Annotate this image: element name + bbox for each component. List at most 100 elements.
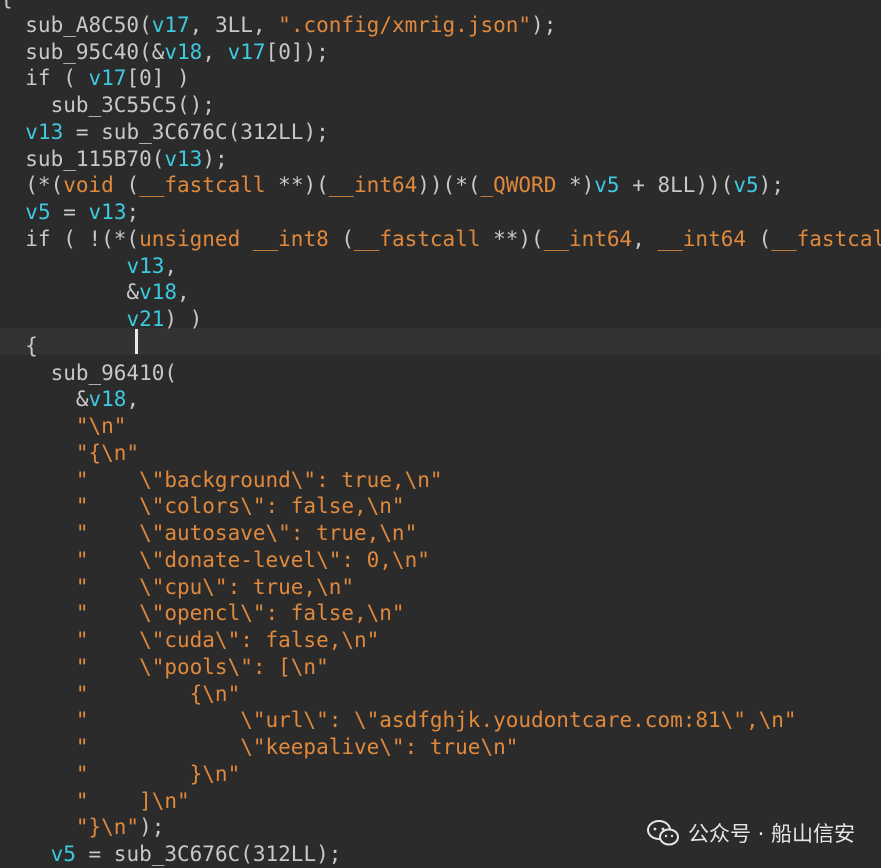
code-line[interactable]: " \"background\": true,\n" bbox=[0, 467, 881, 494]
code-token-ident: [0]); bbox=[265, 39, 329, 64]
code-token-str: " \"autosave\": true,\n" bbox=[75, 521, 418, 545]
code-token-str: " \"keepalive\": true\n" bbox=[75, 735, 519, 759]
code-line[interactable]: { bbox=[0, 0, 881, 12]
code-line[interactable]: " \"colors\": false,\n" bbox=[0, 493, 881, 520]
code-line[interactable]: " {\n" bbox=[0, 681, 881, 708]
code-token-kw: unsigned __int8 bbox=[139, 226, 329, 251]
code-token-ident bbox=[0, 548, 76, 572]
code-token-ident: & bbox=[0, 280, 140, 305]
code-token-str: " \"colors\": false,\n" bbox=[75, 494, 405, 519]
code-line[interactable]: " \"cuda\": false,\n" bbox=[0, 627, 881, 654]
code-token-ident bbox=[0, 815, 76, 839]
code-token-var: v17 bbox=[151, 12, 190, 37]
code-line[interactable]: " \"opencl\": false,\n" bbox=[0, 600, 881, 627]
code-token-ident: ))(*( bbox=[417, 173, 481, 198]
code-line[interactable]: " \"donate-level\": 0,\n" bbox=[0, 547, 881, 574]
watermark: 公众号 · 船山信安 bbox=[646, 818, 855, 848]
code-line[interactable]: " \"pools\": [\n" bbox=[0, 654, 881, 681]
code-token-ident: , bbox=[177, 280, 190, 305]
code-token-ident bbox=[0, 120, 25, 144]
code-token-var: v5 bbox=[50, 842, 76, 866]
code-token-ident: **)( bbox=[480, 226, 544, 251]
code-token-str: "{\n" bbox=[75, 440, 140, 465]
pseudocode-view[interactable]: { sub_A8C50(v17, 3LL, ".config/xmrig.jso… bbox=[0, 0, 881, 868]
code-token-ident: , 3LL, bbox=[189, 12, 279, 37]
code-token-ident bbox=[0, 682, 76, 706]
code-line[interactable]: " \"autosave\": true,\n" bbox=[0, 520, 881, 547]
code-token-kw: __int64 bbox=[657, 226, 747, 251]
code-token-var: v13 bbox=[88, 200, 127, 224]
code-token-str: " \"pools\": [\n" bbox=[75, 654, 329, 679]
code-token-var: v5 bbox=[594, 173, 620, 198]
code-token-ident bbox=[0, 575, 76, 599]
code-line[interactable]: v13 = sub_3C676C(312LL); bbox=[0, 119, 881, 146]
code-token-ident: ); bbox=[202, 146, 228, 171]
code-editor[interactable]: { sub_A8C50(v17, 3LL, ".config/xmrig.jso… bbox=[0, 0, 881, 868]
code-line[interactable]: sub_95C40(&v18, v17[0]); bbox=[0, 39, 881, 66]
code-line[interactable]: sub_3C55C5(); bbox=[0, 92, 881, 119]
code-token-ident: ); bbox=[139, 815, 165, 840]
code-token-var: v17 bbox=[88, 66, 127, 91]
code-token-ident: ) ) bbox=[164, 307, 203, 331]
code-token-ident: , bbox=[202, 39, 228, 64]
code-token-var: v5 bbox=[733, 173, 759, 198]
code-token-ident: sub_A8C50( bbox=[0, 12, 152, 37]
code-token-ident: = sub_3C676C(312LL); bbox=[75, 842, 342, 866]
code-token-ident: { bbox=[0, 0, 13, 10]
code-token-ident: *) bbox=[556, 173, 595, 198]
code-token-ident: = bbox=[50, 200, 89, 224]
code-token-ident: sub_95C40(& bbox=[0, 39, 165, 64]
code-token-var: v18 bbox=[139, 280, 178, 305]
code-line[interactable]: if ( v17[0] ) bbox=[0, 65, 881, 92]
code-token-var: v13 bbox=[164, 146, 203, 171]
code-token-ident: ( bbox=[328, 226, 355, 251]
code-line[interactable]: " \"keepalive\": true\n" bbox=[0, 734, 881, 761]
code-line[interactable]: &v18, bbox=[0, 279, 881, 306]
code-line[interactable]: sub_115B70(v13); bbox=[0, 146, 881, 173]
code-line[interactable]: " \"url\": \"asdfghjk.youdontcare.com:81… bbox=[0, 707, 881, 734]
code-line[interactable]: (*(void (__fastcall **)(__int64))(*(_QWO… bbox=[0, 172, 881, 199]
code-token-str: " \"cuda\": false,\n" bbox=[75, 628, 380, 652]
code-line[interactable]: if ( !(*(unsigned __int8 (__fastcall **)… bbox=[0, 226, 881, 253]
code-line[interactable]: sub_A8C50(v17, 3LL, ".config/xmrig.json"… bbox=[0, 12, 881, 39]
code-token-var: v18 bbox=[88, 387, 127, 412]
code-line[interactable]: { bbox=[0, 333, 881, 360]
code-line[interactable]: v21) ) bbox=[0, 306, 881, 333]
wechat-icon bbox=[646, 820, 679, 846]
code-token-str: "\n" bbox=[75, 414, 127, 438]
code-token-ident: (*( bbox=[0, 173, 64, 198]
code-token-ident bbox=[0, 842, 51, 866]
code-token-ident bbox=[0, 628, 76, 652]
code-token-str: " {\n" bbox=[75, 681, 241, 706]
code-line[interactable]: " }\n" bbox=[0, 761, 881, 788]
code-token-str: " \"donate-level\": 0,\n" bbox=[75, 547, 430, 572]
code-token-ident: **)( bbox=[265, 173, 329, 198]
code-token-ident: ); bbox=[758, 173, 784, 198]
code-token-ident: sub_96410( bbox=[0, 360, 178, 385]
code-token-ident bbox=[0, 468, 76, 492]
code-token-ident: , bbox=[632, 226, 658, 251]
code-line[interactable]: &v18, bbox=[0, 386, 881, 413]
code-token-ident bbox=[0, 200, 25, 224]
code-token-var: v13 bbox=[25, 119, 64, 144]
code-token-ident: { bbox=[0, 333, 38, 358]
code-token-str: " ]\n" bbox=[75, 788, 190, 813]
watermark-text: 公众号 · 船山信安 bbox=[687, 822, 855, 846]
code-line[interactable]: v13, bbox=[0, 253, 881, 280]
code-line[interactable]: " ]\n" bbox=[0, 788, 881, 815]
code-line[interactable]: v5 = v13; bbox=[0, 199, 881, 226]
code-token-ident: , bbox=[126, 387, 140, 412]
code-line[interactable]: "\n" bbox=[0, 413, 881, 440]
code-line[interactable]: " \"cpu\": true,\n" bbox=[0, 574, 881, 601]
code-token-ident: ; bbox=[126, 200, 140, 224]
code-token-ident: ( bbox=[113, 173, 140, 198]
code-token-ident bbox=[0, 735, 76, 759]
code-token-ident bbox=[0, 601, 76, 625]
code-line[interactable]: sub_96410( bbox=[0, 360, 881, 387]
code-token-str: " \"url\": \"asdfghjk.youdontcare.com:81… bbox=[75, 708, 797, 733]
code-token-ident: [0] ) bbox=[126, 66, 190, 91]
code-token-kw: __fastcall bbox=[139, 173, 266, 198]
code-line[interactable]: "{\n" bbox=[0, 440, 881, 467]
code-token-ident bbox=[0, 655, 76, 679]
code-token-var: v13 bbox=[126, 253, 165, 278]
